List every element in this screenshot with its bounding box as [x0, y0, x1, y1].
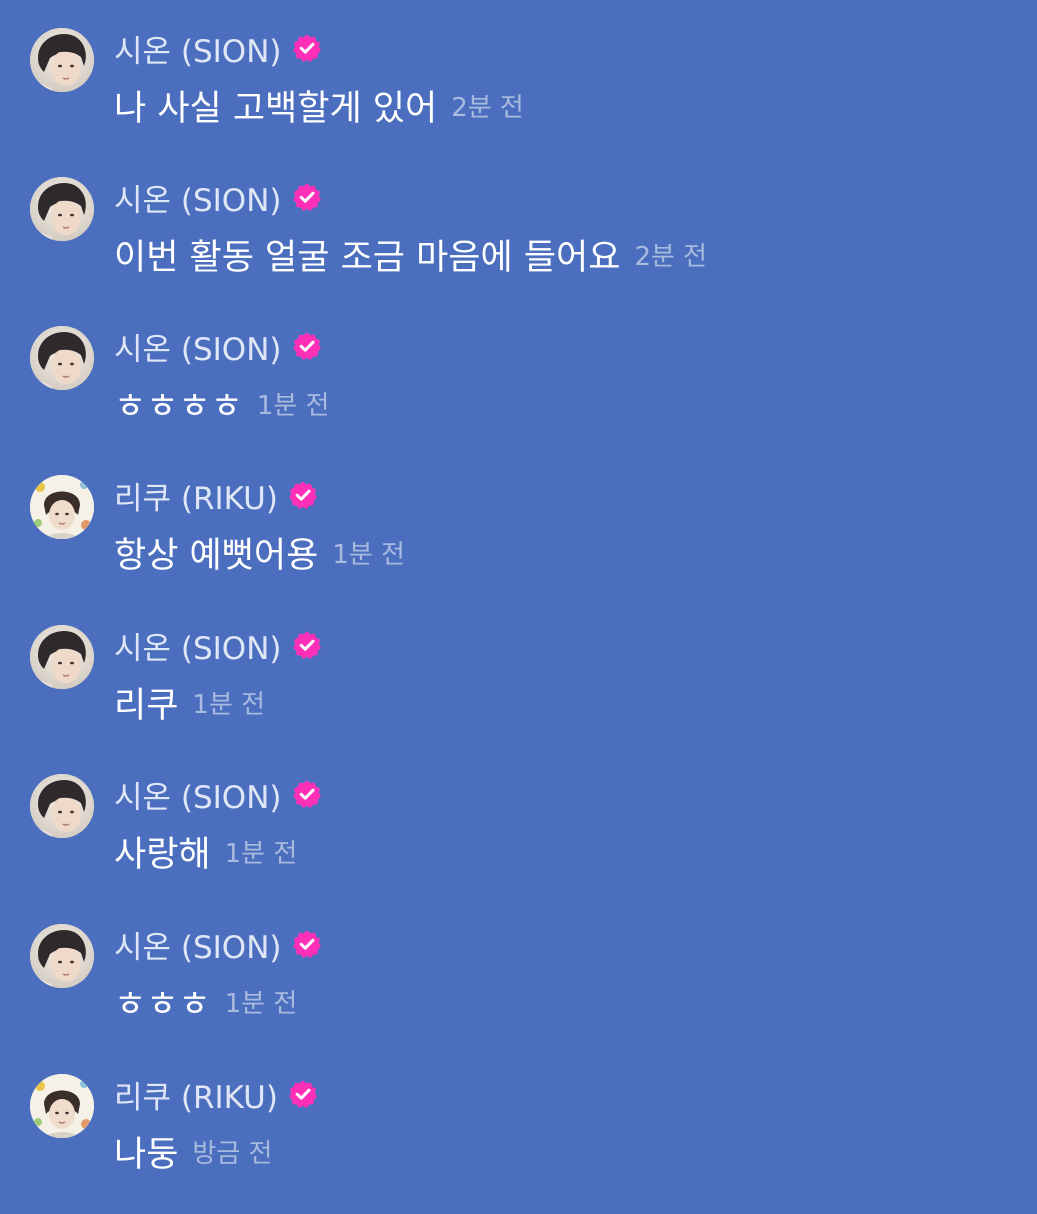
chat-message: 시온 (SION) ㅎㅎㅎㅎ 1분 전 — [30, 326, 1010, 466]
message-text: 이번 활동 얼굴 조금 마음에 들어요 — [114, 237, 621, 278]
author-row: 리쿠 (RIKU) — [114, 473, 318, 518]
message-timestamp: 방금 전 — [192, 1138, 273, 1169]
chat-list: 시온 (SION) 나 사실 고백할게 있어 2분 전 시온 (SION) 이번… — [0, 0, 1037, 1200]
message-text: 나 사실 고백할게 있어 — [114, 88, 438, 129]
verified-badge-icon — [292, 182, 322, 212]
author-row: 시온 (SION) — [114, 623, 322, 668]
author-name[interactable]: 시온 (SION) — [114, 922, 282, 967]
author-name[interactable]: 시온 (SION) — [114, 623, 282, 668]
message-row: 나둥 방금 전 — [114, 1126, 272, 1176]
verified-badge-icon — [288, 480, 318, 510]
chat-message: 시온 (SION) 사랑해 1분 전 — [30, 774, 1010, 914]
verified-badge-icon — [292, 779, 322, 809]
message-timestamp: 1분 전 — [192, 689, 266, 720]
avatar-sion[interactable] — [30, 774, 94, 838]
avatar-sion[interactable] — [30, 326, 94, 390]
chat-message: 리쿠 (RIKU) 항상 예뻣어용 1분 전 — [30, 475, 1010, 615]
message-text: 리쿠 — [114, 685, 179, 726]
message-row: 이번 활동 얼굴 조금 마음에 들어요 2분 전 — [114, 229, 707, 279]
message-timestamp: 2분 전 — [634, 241, 708, 272]
message-text: 사랑해 — [114, 834, 211, 875]
author-name[interactable]: 시온 (SION) — [114, 772, 282, 817]
chat-message: 시온 (SION) 이번 활동 얼굴 조금 마음에 들어요 2분 전 — [30, 177, 1010, 317]
author-row: 시온 (SION) — [114, 175, 322, 220]
avatar-riku[interactable] — [30, 1074, 94, 1138]
author-name[interactable]: 리쿠 (RIKU) — [114, 1072, 278, 1117]
message-row: 항상 예뻣어용 1분 전 — [114, 527, 405, 577]
message-row: 사랑해 1분 전 — [114, 826, 297, 876]
author-name[interactable]: 시온 (SION) — [114, 26, 282, 71]
chat-message: 리쿠 (RIKU) 나둥 방금 전 — [30, 1074, 1010, 1214]
chat-message: 시온 (SION) ㅎㅎㅎ 1분 전 — [30, 924, 1010, 1064]
author-name[interactable]: 리쿠 (RIKU) — [114, 473, 278, 518]
message-timestamp: 1분 전 — [224, 838, 298, 869]
message-timestamp: 1분 전 — [332, 539, 405, 570]
author-row: 시온 (SION) — [114, 772, 322, 817]
chat-message: 시온 (SION) 나 사실 고백할게 있어 2분 전 — [30, 28, 1010, 168]
author-row: 시온 (SION) — [114, 324, 322, 369]
author-name[interactable]: 시온 (SION) — [114, 175, 282, 220]
avatar-sion[interactable] — [30, 924, 94, 988]
author-row: 리쿠 (RIKU) — [114, 1072, 318, 1117]
message-text: ㅎㅎㅎ — [114, 984, 211, 1025]
message-timestamp: 1분 전 — [224, 988, 298, 1019]
message-row: 리쿠 1분 전 — [114, 677, 265, 727]
message-row: ㅎㅎㅎㅎ 1분 전 — [114, 378, 329, 428]
message-timestamp: 2분 전 — [451, 92, 524, 123]
verified-badge-icon — [292, 929, 322, 959]
message-text: 항상 예뻣어용 — [114, 535, 319, 576]
avatar-sion[interactable] — [30, 177, 94, 241]
message-text: 나둥 — [114, 1134, 179, 1175]
avatar-sion[interactable] — [30, 28, 94, 92]
avatar-sion[interactable] — [30, 625, 94, 689]
author-row: 시온 (SION) — [114, 922, 322, 967]
verified-badge-icon — [292, 331, 322, 361]
message-row: ㅎㅎㅎ 1분 전 — [114, 976, 297, 1026]
author-name[interactable]: 시온 (SION) — [114, 324, 282, 369]
chat-message: 시온 (SION) 리쿠 1분 전 — [30, 625, 1010, 765]
message-text: ㅎㅎㅎㅎ — [114, 386, 243, 427]
verified-badge-icon — [288, 1079, 318, 1109]
message-row: 나 사실 고백할게 있어 2분 전 — [114, 80, 524, 130]
verified-badge-icon — [292, 630, 322, 660]
verified-badge-icon — [292, 33, 322, 63]
avatar-riku[interactable] — [30, 475, 94, 539]
author-row: 시온 (SION) — [114, 26, 322, 71]
message-timestamp: 1분 전 — [256, 390, 330, 421]
